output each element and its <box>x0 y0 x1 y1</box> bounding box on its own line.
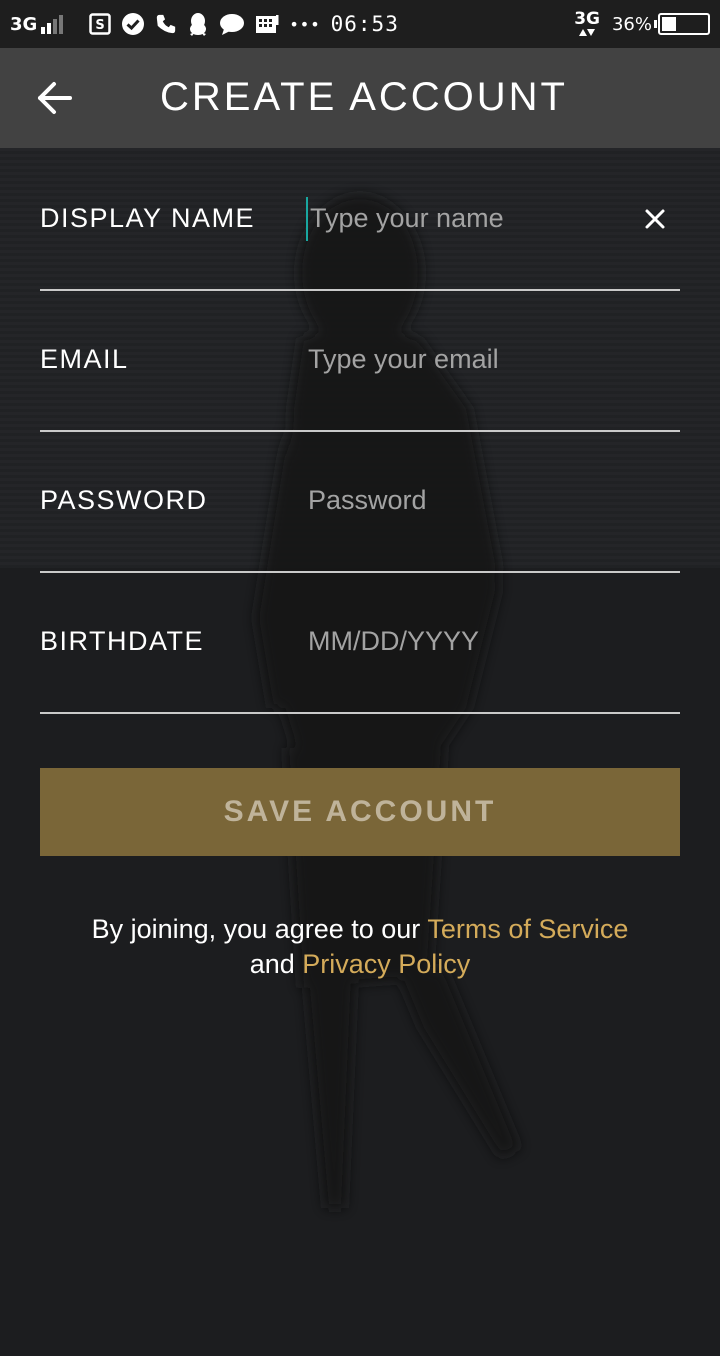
signal-strength-icon <box>41 14 65 34</box>
email-input[interactable] <box>306 337 628 382</box>
battery-level-fill <box>662 17 676 31</box>
birthdate-row: BIRTHDATE <box>40 571 680 714</box>
page-title: CREATE ACCOUNT <box>160 75 568 119</box>
password-label: PASSWORD <box>40 485 208 515</box>
battery-percent: 36% <box>611 13 652 35</box>
status-time: 06:53 <box>330 12 399 36</box>
data-arrows-icon <box>579 29 596 36</box>
terms-of-service-link[interactable]: Terms of Service <box>427 914 628 944</box>
terms-middle-text: and <box>249 949 303 979</box>
qq-penguin-icon <box>187 12 209 36</box>
check-circle-icon <box>121 12 145 36</box>
data-transfer-indicator: 3G <box>574 11 600 37</box>
password-input[interactable] <box>306 478 628 523</box>
app-bar: CREATE ACCOUNT <box>0 48 720 148</box>
chat-bubble-icon <box>219 13 245 35</box>
battery-icon <box>654 13 710 35</box>
birthdate-input[interactable] <box>306 619 628 664</box>
save-account-button[interactable]: SAVE ACCOUNT <box>40 768 680 856</box>
terms-prefix-text: By joining, you agree to our <box>91 914 428 944</box>
status-bar-right: 3G 36% <box>574 0 710 48</box>
network-indicator: 3G <box>10 14 65 35</box>
network-type-right: 3G <box>574 9 600 29</box>
close-icon <box>645 209 665 228</box>
create-account-screen: 3G S ••• 06:53 3G 36% CREATE ACCOUNT DIS… <box>0 0 720 1356</box>
phone-icon <box>155 13 177 35</box>
calendar-grid-icon <box>255 13 279 35</box>
svg-text:S: S <box>96 18 105 33</box>
email-row: EMAIL <box>40 289 680 432</box>
status-bar: 3G S ••• 06:53 3G 36% <box>0 0 720 48</box>
display-name-input[interactable] <box>306 196 630 241</box>
email-label: EMAIL <box>40 344 129 374</box>
status-bar-left: 3G S ••• 06:53 <box>10 0 409 48</box>
birthdate-label: BIRTHDATE <box>40 626 205 656</box>
more-notifications-icon: ••• <box>289 14 321 34</box>
clear-button[interactable] <box>640 204 670 234</box>
s-app-icon: S <box>89 13 112 35</box>
display-name-row: DISPLAY NAME <box>40 148 680 291</box>
network-type: 3G <box>10 13 38 35</box>
terms-notice: By joining, you agree to our Terms of Se… <box>0 912 720 982</box>
privacy-policy-link[interactable]: Privacy Policy <box>302 949 470 979</box>
password-row: PASSWORD <box>40 430 680 573</box>
display-name-label: DISPLAY NAME <box>40 203 256 233</box>
